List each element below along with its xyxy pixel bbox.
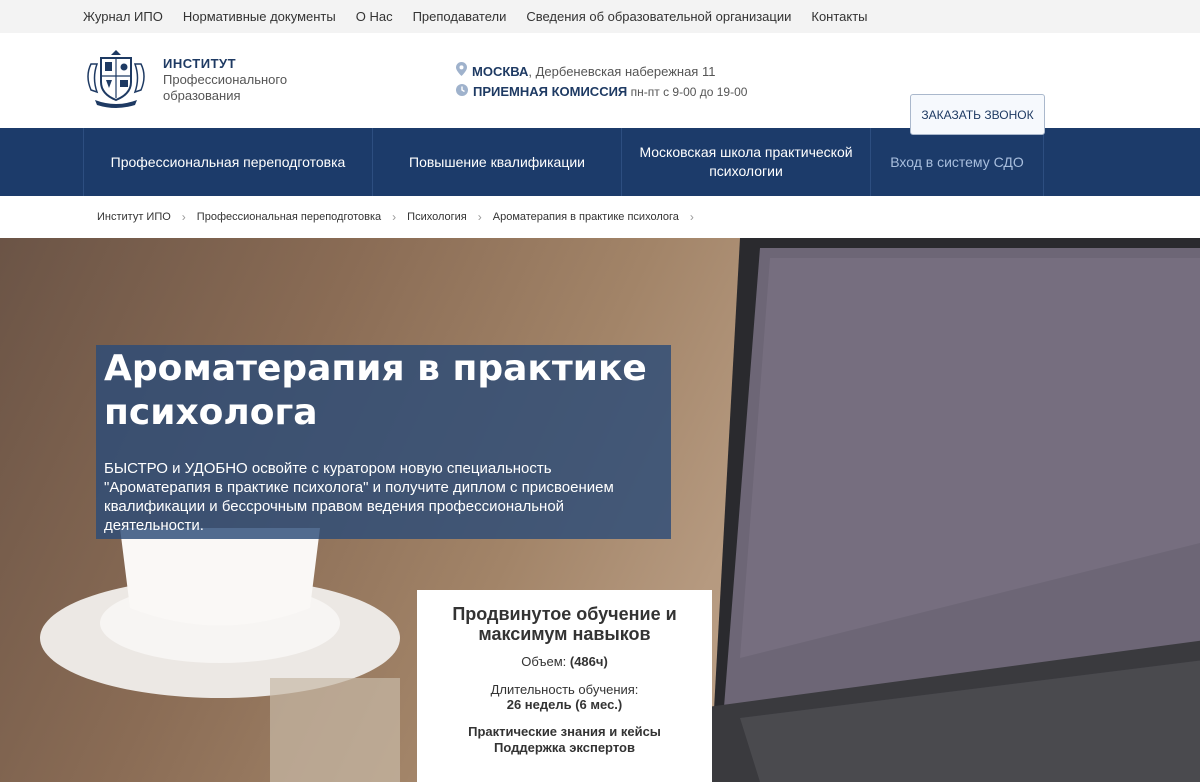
laptop-background-image <box>700 238 1200 782</box>
main-nav: Профессиональная переподготовка Повышени… <box>0 128 1200 196</box>
order-call-button[interactable]: ЗАКАЗАТЬ ЗВОНОК <box>910 94 1045 135</box>
card-title: Продвинутое обучение и максимум навыков <box>452 604 677 644</box>
feature-practical-knowledge: Практические знания и кейсы <box>468 724 661 739</box>
admission-row: ПРИЕМНАЯ КОМИССИЯ пн-пт с 9-00 до 19-00 <box>456 82 747 102</box>
header-contacts: МОСКВА, Дербеневская набережная 11 ПРИЕМ… <box>456 62 747 102</box>
brand-line-2: Профессионального <box>163 72 288 87</box>
volume-value: (486ч) <box>569 654 608 669</box>
top-link-journal[interactable]: Журнал ИПО <box>83 9 163 24</box>
top-link-org-info[interactable]: Сведения об образовательной организации <box>526 9 791 24</box>
brand-line-1: ИНСТИТУТ <box>163 56 237 71</box>
nav-sdo-login[interactable]: Вход в систему СДО <box>871 128 1044 196</box>
duration-value: 26 недель (6 мес.) <box>506 697 623 712</box>
brand-text[interactable]: ИНСТИТУТ Профессионального образования <box>163 56 287 104</box>
coffee-cup-image <box>40 528 400 782</box>
breadcrumb-psychology[interactable]: Психология <box>407 211 467 223</box>
top-link-documents[interactable]: Нормативные документы <box>183 9 336 24</box>
nav-psychology-school[interactable]: Московская школа практической психологии <box>622 128 871 196</box>
nav-qualification[interactable]: Повышение квалификации <box>373 128 622 196</box>
top-links-bar: Журнал ИПО Нормативные документы О Нас П… <box>0 0 1200 33</box>
breadcrumb-retraining[interactable]: Профессиональная переподготовка <box>197 211 381 223</box>
breadcrumb-home[interactable]: Институт ИПО <box>97 211 171 223</box>
nav-retraining[interactable]: Профессиональная переподготовка <box>83 128 373 196</box>
chevron-right-icon: › <box>392 210 397 224</box>
duration-label: Длительность обучения: <box>490 682 639 697</box>
chevron-right-icon: › <box>181 210 186 224</box>
course-info-card: Продвинутое обучение и максимум навыков … <box>417 590 712 782</box>
brand-line-3: образования <box>163 88 241 103</box>
chevron-right-icon: › <box>689 210 694 224</box>
site-header: ИНСТИТУТ Профессионального образования М… <box>0 33 1200 135</box>
volume-row: Объем: (486ч) <box>417 654 712 669</box>
admission-label: ПРИЕМНАЯ КОМИССИЯ <box>473 84 628 99</box>
volume-label: Объем: <box>521 654 570 669</box>
map-pin-icon <box>456 62 467 82</box>
breadcrumb: Институт ИПО › Профессиональная переподго… <box>0 196 1200 238</box>
city-label: МОСКВА <box>472 64 529 79</box>
clock-icon <box>456 82 468 102</box>
hero-title-box: Ароматерапия в практике психолога БЫСТРО… <box>96 345 671 539</box>
top-link-teachers[interactable]: Преподаватели <box>413 9 507 24</box>
feature-expert-support: Поддержка экспертов <box>494 740 635 755</box>
hero-description: БЫСТРО и УДОБНО освойте с куратором нову… <box>104 460 614 534</box>
breadcrumb-current: Ароматерапия в практике психолога <box>492 211 679 223</box>
hero-section: Ароматерапия в практике психолога БЫСТРО… <box>0 238 1200 782</box>
admission-hours: пн-пт с 9-00 до 19-00 <box>627 85 748 99</box>
chevron-right-icon: › <box>477 210 482 224</box>
page-title: Ароматерапия в практике психолога <box>104 348 647 433</box>
address-text: , Дербеневская набережная 11 <box>528 64 716 79</box>
top-link-about[interactable]: О Нас <box>356 9 393 24</box>
institute-crest-logo[interactable] <box>83 46 149 110</box>
top-link-contacts[interactable]: Контакты <box>811 9 867 24</box>
address-row: МОСКВА, Дербеневская набережная 11 <box>456 62 747 82</box>
